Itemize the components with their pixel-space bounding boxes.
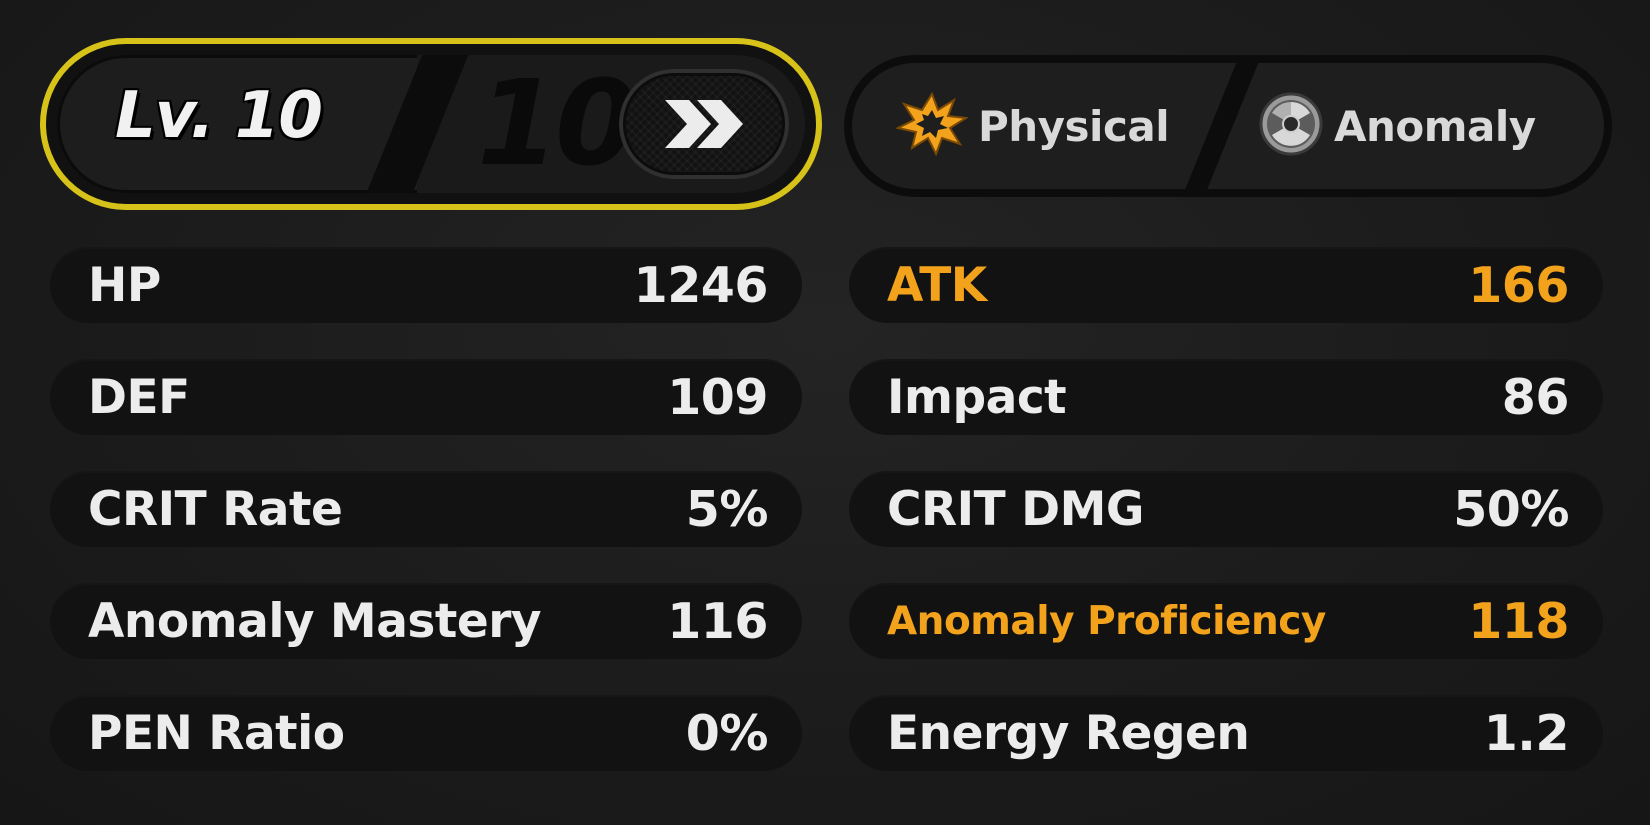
- stat-row-anomaly-proficiency: Anomaly Proficiency 118: [849, 583, 1603, 659]
- stat-label: HP: [88, 257, 161, 313]
- physical-burst-icon: [895, 91, 969, 160]
- attribute-physical-label: Physical: [978, 101, 1170, 151]
- stat-value: 109: [667, 368, 768, 426]
- stat-row-anomaly-mastery: Anomaly Mastery 116: [50, 583, 802, 659]
- stat-label: CRIT Rate: [88, 481, 343, 537]
- stat-value: 118: [1468, 592, 1569, 650]
- stat-label: Anomaly Mastery: [88, 593, 542, 649]
- stat-row-crit-dmg: CRIT DMG 50%: [849, 471, 1603, 547]
- attribute-bar: Physical Anomaly: [852, 63, 1604, 189]
- stat-value: 116: [667, 592, 768, 650]
- stat-row-impact: Impact 86: [849, 359, 1603, 435]
- stat-row-crit-rate: CRIT Rate 5%: [50, 471, 802, 547]
- stat-value: 50%: [1453, 480, 1569, 538]
- stat-label: DEF: [88, 369, 190, 425]
- stat-label: ATK: [887, 257, 987, 313]
- stat-label: Impact: [887, 369, 1067, 425]
- double-chevron-right-icon: [659, 96, 749, 152]
- stat-label: Energy Regen: [887, 705, 1250, 761]
- stat-row-atk: ATK 166: [849, 247, 1603, 323]
- current-level-label: Lv. 10: [115, 79, 323, 153]
- attribute-panel: Physical Anomaly: [844, 55, 1612, 197]
- stat-value: 0%: [685, 704, 769, 762]
- stat-row-energy-regen: Energy Regen 1.2: [849, 695, 1603, 771]
- stat-value: 166: [1468, 256, 1569, 314]
- level-bar: Lv. 10 10: [57, 55, 805, 193]
- attribute-anomaly-label: Anomaly: [1334, 101, 1536, 151]
- stat-label: PEN Ratio: [88, 705, 345, 761]
- stat-value: 1.2: [1483, 704, 1570, 762]
- level-panel: Lv. 10 10: [40, 38, 822, 210]
- stat-row-hp: HP 1246: [50, 247, 802, 323]
- anomaly-hazard-icon: [1258, 91, 1324, 161]
- attribute-divider: [1179, 63, 1263, 189]
- stat-label: Anomaly Proficiency: [887, 598, 1326, 644]
- stat-row-pen-ratio: PEN Ratio 0%: [50, 695, 802, 771]
- level-advance-button[interactable]: [619, 69, 789, 179]
- stat-label: CRIT DMG: [887, 481, 1144, 537]
- attribute-anomaly[interactable]: Anomaly: [1258, 63, 1536, 189]
- stat-value: 1246: [633, 256, 769, 314]
- max-level-number: 10: [477, 55, 637, 192]
- stat-row-def: DEF 109: [50, 359, 802, 435]
- attribute-physical[interactable]: Physical: [895, 63, 1170, 189]
- stat-value: 86: [1501, 368, 1570, 426]
- stat-value: 5%: [685, 480, 769, 538]
